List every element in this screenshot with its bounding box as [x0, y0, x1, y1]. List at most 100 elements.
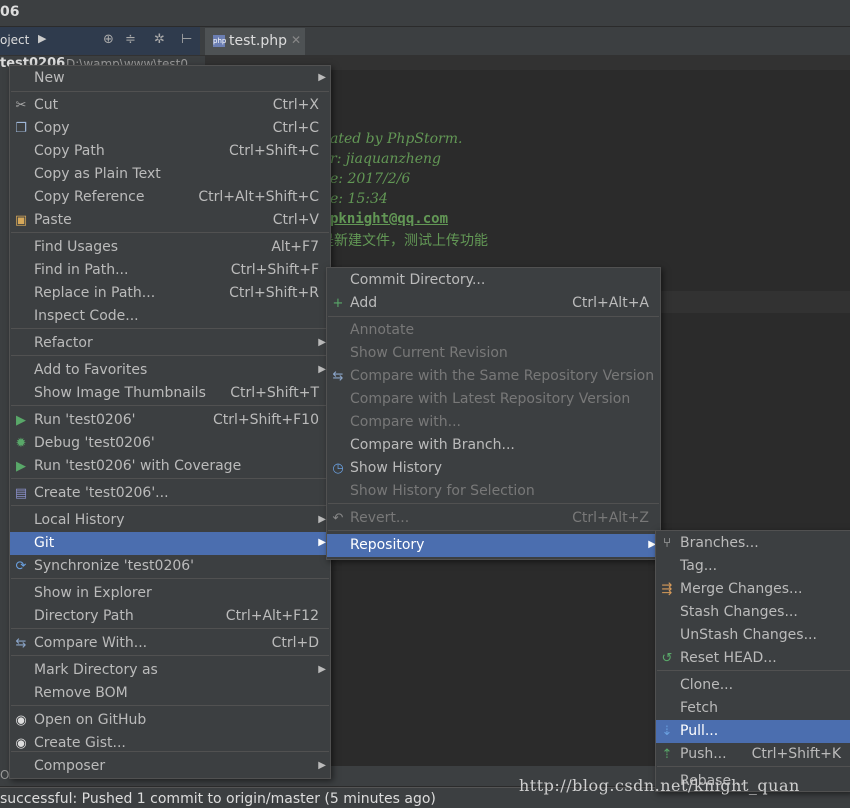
vcs-push-icon: ⇡	[661, 747, 673, 762]
code-line: e: 15:34	[330, 191, 388, 207]
menu-item-label: UnStash Changes...	[680, 627, 817, 643]
menu-item-copy-path[interactable]: Copy Path Ctrl+Shift+C	[10, 140, 330, 163]
menu-item-debug-test0206[interactable]: ✹ Debug 'test0206'	[10, 432, 330, 455]
menu-item-label: Compare With...	[34, 635, 148, 651]
menu-item-remove-bom[interactable]: Remove BOM	[10, 682, 330, 705]
repo-item-branches[interactable]: ⑂ Branches...	[656, 532, 850, 555]
menu-item-git[interactable]: Git ▶	[10, 532, 330, 555]
git-item-revert[interactable]: ↶ Revert... Ctrl+Alt+Z	[327, 507, 660, 530]
menu-item-label: Show in Explorer	[34, 585, 152, 601]
menu-item-label: Repository	[350, 537, 425, 553]
editor-tab-test-php[interactable]: php test.php ✕	[205, 28, 305, 55]
hide-icon[interactable]: ⊢	[181, 32, 192, 47]
menu-separator	[11, 91, 329, 92]
copy-icon: ❐	[15, 121, 27, 136]
menu-item-composer[interactable]: Composer ▶	[10, 755, 330, 778]
menu-item-cut[interactable]: ✂ Cut Ctrl+X	[10, 94, 330, 117]
menu-item-mark-directory-as[interactable]: Mark Directory as ▶	[10, 659, 330, 682]
menu-item-run-test0206-with-coverage[interactable]: ▶ Run 'test0206' with Coverage	[10, 455, 330, 478]
menu-item-find-usages[interactable]: Find Usages Alt+F7	[10, 236, 330, 259]
repo-item-merge-changes[interactable]: ⇶ Merge Changes...	[656, 578, 850, 601]
menu-item-label: Push...	[680, 746, 727, 762]
menu-item-replace-in-path[interactable]: Replace in Path... Ctrl+Shift+R	[10, 282, 330, 305]
git-item-compare-with-branch[interactable]: Compare with Branch...	[327, 434, 660, 457]
menu-item-label: Find Usages	[34, 239, 119, 255]
menu-item-copy-as-plain-text[interactable]: Copy as Plain Text	[10, 163, 330, 186]
git-item-commit-directory[interactable]: Commit Directory...	[327, 269, 660, 292]
menu-item-add-to-favorites[interactable]: Add to Favorites ▶	[10, 359, 330, 382]
code-line-email[interactable]: pknight@qq.com	[330, 211, 448, 227]
menu-item-new[interactable]: New ▶	[10, 67, 330, 90]
git-item-annotate[interactable]: Annotate	[327, 319, 660, 342]
gear-icon[interactable]: ✲	[154, 32, 165, 47]
menu-item-copy[interactable]: ❐ Copy Ctrl+C	[10, 117, 330, 140]
menu-item-directory-path[interactable]: Directory Path Ctrl+Alt+F12	[10, 605, 330, 628]
vcs-pull-icon: ⇣	[661, 724, 673, 739]
git-item-show-current-revision[interactable]: Show Current Revision	[327, 342, 660, 365]
git-item-add[interactable]: + Add Ctrl+Alt+A	[327, 292, 660, 315]
repo-item-stash-changes[interactable]: Stash Changes...	[656, 601, 850, 624]
repo-item-reset-head[interactable]: ↺ Reset HEAD...	[656, 647, 850, 670]
menu-item-paste[interactable]: ▣ Paste Ctrl+V	[10, 209, 330, 232]
menu-item-local-history[interactable]: Local History ▶	[10, 509, 330, 532]
menu-item-label: Show Image Thumbnails	[34, 385, 206, 401]
menu-item-find-in-path[interactable]: Find in Path... Ctrl+Shift+F	[10, 259, 330, 282]
code-line: 是新建文件，测试上传功能	[320, 233, 488, 249]
menu-item-show-in-explorer[interactable]: Show in Explorer	[10, 582, 330, 605]
collapse-icon[interactable]: ≑	[125, 32, 136, 47]
git-item-compare-with[interactable]: Compare with...	[327, 411, 660, 434]
menu-separator	[328, 530, 659, 531]
menu-item-refactor[interactable]: Refactor ▶	[10, 332, 330, 355]
menu-item-create-test0206[interactable]: ▤ Create 'test0206'...	[10, 482, 330, 505]
menu-separator	[657, 670, 850, 671]
menu-separator	[11, 405, 329, 406]
menu-item-label: Show History for Selection	[350, 483, 535, 499]
menu-item-label: Show History	[350, 460, 443, 476]
menu-item-label: Show Current Revision	[350, 345, 508, 361]
menu-item-label: Merge Changes...	[680, 581, 803, 597]
locate-icon[interactable]: ⊕	[103, 32, 114, 47]
menu-item-shortcut: Ctrl+Alt+A	[572, 295, 649, 311]
menu-item-inspect-code[interactable]: Inspect Code...	[10, 305, 330, 328]
repo-item-clone[interactable]: Clone...	[656, 674, 850, 697]
menu-item-synchronize-test0206[interactable]: ⟳ Synchronize 'test0206'	[10, 555, 330, 578]
project-tool-tab[interactable]: oject ▶ ⊕ ≑ ✲ ⊢	[0, 27, 200, 55]
git-item-compare-with-the-same-repository-version[interactable]: ⇆ Compare with the Same Repository Versio…	[327, 365, 660, 388]
git-item-show-history-for-selection[interactable]: Show History for Selection	[327, 480, 660, 503]
paste-icon: ▣	[14, 213, 28, 228]
repo-item-unstash-changes[interactable]: UnStash Changes...	[656, 624, 850, 647]
repo-item-tag[interactable]: Tag...	[656, 555, 850, 578]
menu-item-label: Annotate	[350, 322, 415, 338]
git-item-compare-with-latest-repository-version[interactable]: Compare with Latest Repository Version	[327, 388, 660, 411]
menu-separator	[11, 355, 329, 356]
menu-separator	[11, 655, 329, 656]
tool-window-header: oject ▶ ⊕ ≑ ✲ ⊢ php test.php ✕	[0, 27, 850, 56]
repo-item-fetch[interactable]: Fetch	[656, 697, 850, 720]
menu-separator	[328, 503, 659, 504]
repo-item-push[interactable]: ⇡ Push... Ctrl+Shift+K	[656, 743, 850, 766]
menu-item-run-test0206[interactable]: ▶ Run 'test0206' Ctrl+Shift+F10	[10, 409, 330, 432]
menu-item-shortcut: Ctrl+Alt+Shift+C	[198, 189, 319, 205]
menu-item-label: Inspect Code...	[34, 308, 139, 324]
close-icon[interactable]: ✕	[291, 33, 301, 47]
title-bar: 06	[0, 0, 850, 27]
code-line: e: 2017/2/6	[330, 171, 411, 187]
run-icon: ▶	[16, 413, 26, 428]
git-item-show-history[interactable]: ◷ Show History	[327, 457, 660, 480]
menu-item-compare-with[interactable]: ⇆ Compare With... Ctrl+D	[10, 632, 330, 655]
menu-separator	[11, 628, 329, 629]
repo-item-pull[interactable]: ⇣ Pull...	[656, 720, 850, 743]
menu-separator	[11, 478, 329, 479]
menu-item-copy-reference[interactable]: Copy Reference Ctrl+Alt+Shift+C	[10, 186, 330, 209]
menu-item-shortcut: Ctrl+Alt+Z	[572, 510, 649, 526]
chevron-right-icon[interactable]: ▶	[38, 32, 46, 45]
git-item-repository[interactable]: Repository ▶	[327, 534, 660, 557]
menu-item-show-image-thumbnails[interactable]: Show Image Thumbnails Ctrl+Shift+T	[10, 382, 330, 405]
menu-item-label: Copy	[34, 120, 70, 136]
coverage-icon: ▶	[16, 459, 26, 474]
compare-icon: ⇆	[332, 369, 344, 384]
submenu-arrow-icon: ▶	[318, 537, 326, 548]
menu-item-label: Open on GitHub	[34, 712, 147, 728]
menu-item-label: Stash Changes...	[680, 604, 798, 620]
menu-item-open-on-github[interactable]: ◉ Open on GitHub	[10, 709, 330, 732]
